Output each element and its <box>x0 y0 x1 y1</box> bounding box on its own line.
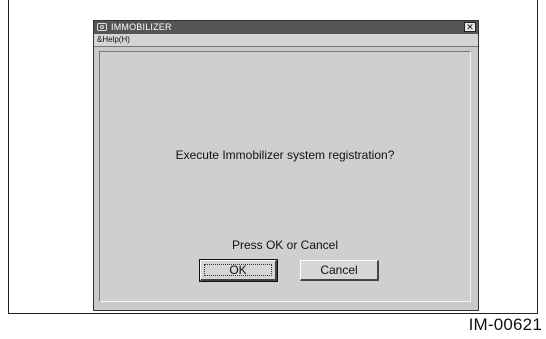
dialog-content: Execute Immobilizer system registration?… <box>99 51 471 302</box>
focus-ring <box>204 264 272 276</box>
cancel-button-label: Cancel <box>320 263 358 277</box>
title-bar[interactable]: IMMOBILIZER ✕ <box>94 21 478 34</box>
window-title: IMMOBILIZER <box>111 22 172 32</box>
registration-question: Execute Immobilizer system registration? <box>175 148 395 162</box>
menu-help[interactable]: &Help(H) <box>97 34 130 46</box>
cancel-button[interactable]: Cancel <box>300 260 379 281</box>
ok-button[interactable]: OK <box>199 259 278 282</box>
close-button[interactable]: ✕ <box>464 22 476 32</box>
figure-id: IM-00621 <box>468 315 542 334</box>
menu-bar: &Help(H) <box>94 34 478 47</box>
app-icon <box>97 23 107 31</box>
ok-cancel-prompt: Press OK or Cancel <box>231 238 339 252</box>
immobilizer-window: IMMOBILIZER ✕ &Help(H) Execute Immobiliz… <box>93 20 479 311</box>
close-icon: ✕ <box>466 22 474 32</box>
